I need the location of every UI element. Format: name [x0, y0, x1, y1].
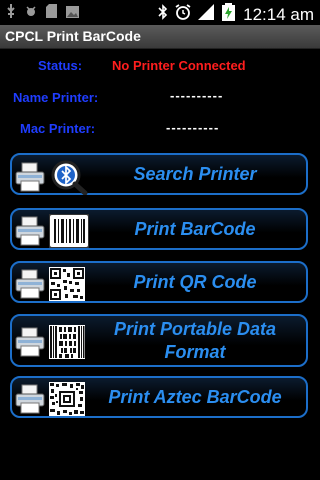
printer-icon [14, 383, 46, 420]
barcode-icon [48, 213, 90, 253]
printer-icon [14, 268, 46, 305]
pdf417-icon [49, 325, 85, 364]
sdcard-icon [46, 4, 57, 23]
status-value: No Printer Connected [112, 58, 246, 73]
system-status-bar: 12:14 am [0, 0, 320, 25]
print-qr-code-label: Print QR Code [133, 271, 257, 292]
name-printer-label: Name Printer: [13, 90, 99, 105]
print-pdf417-button[interactable]: Print Portable Data Format [10, 314, 308, 367]
print-aztec-barcode-label: Print Aztec BarCode [108, 386, 282, 407]
mac-printer-label: Mac Printer: [20, 121, 96, 136]
battery-icon [221, 3, 236, 26]
print-qr-code-button[interactable]: Print QR Code [10, 261, 308, 303]
print-barcode-button[interactable]: Print BarCode [10, 208, 308, 250]
search-printer-button[interactable]: Search Printer [10, 153, 308, 198]
app-title-bar: CPCL Print BarCode [0, 25, 320, 49]
print-pdf417-label: Print Portable Data Format [113, 318, 277, 362]
print-aztec-barcode-button[interactable]: Print Aztec BarCode [10, 376, 308, 418]
printer-icon [14, 161, 46, 198]
clock-time: 12:14 am [243, 4, 314, 24]
qr-code-icon [49, 267, 85, 306]
name-printer-value: ---------- [170, 88, 224, 103]
app-title: CPCL Print BarCode [5, 28, 141, 44]
signal-icon [198, 4, 215, 25]
image-icon [66, 5, 79, 23]
status-label: Status: [38, 58, 83, 73]
debug-icon [25, 4, 37, 23]
aztec-code-icon [49, 382, 85, 421]
print-barcode-label: Print BarCode [134, 218, 256, 239]
mac-printer-value: ---------- [166, 120, 220, 135]
usb-icon [6, 4, 16, 23]
printer-icon [14, 326, 46, 363]
bluetooth-search-icon [49, 159, 89, 200]
printer-icon [14, 215, 46, 252]
search-printer-label: Search Printer [133, 163, 257, 184]
alarm-icon [175, 4, 191, 25]
bluetooth-icon [158, 4, 168, 25]
